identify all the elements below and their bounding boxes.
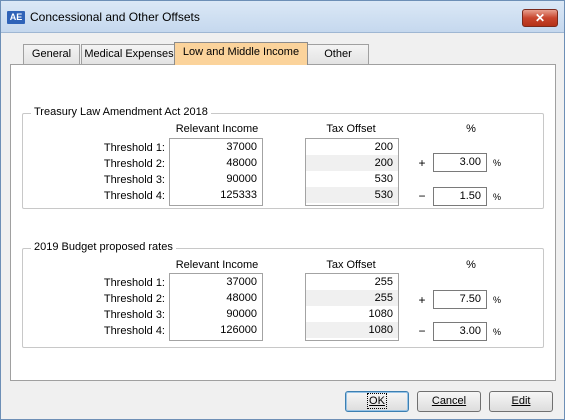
plus-sign: + [418,293,426,307]
col-header-tax-offset: Tax Offset [326,259,376,271]
plus-sign: + [418,156,426,170]
income-cell[interactable]: 90000 [170,171,262,187]
title-bar[interactable]: AE Concessional and Other Offsets ✕ [1,1,564,33]
cancel-button-label: Cancel [431,395,467,407]
offset-cell[interactable]: 530 [306,187,398,203]
offset-cell[interactable]: 200 [306,139,398,155]
income-cell[interactable]: 125333 [170,187,262,203]
dialog-window: AE Concessional and Other Offsets ✕ Gene… [0,0,565,420]
threshold-label: Threshold 3: [103,174,165,186]
group-title: Treasury Law Amendment Act 2018 [31,106,211,118]
income-cell[interactable]: 37000 [170,139,262,155]
minus-sign: − [418,324,426,338]
relevant-income-grid: 37000 48000 90000 126000 [169,273,263,341]
app-logo-icon: AE [7,11,25,24]
offset-cell[interactable]: 200 [306,155,398,171]
income-cell[interactable]: 48000 [170,290,262,306]
percent-symbol: % [493,327,502,337]
income-cell[interactable]: 48000 [170,155,262,171]
offset-cell[interactable]: 255 [306,290,398,306]
threshold-label: Threshold 3: [103,309,165,321]
increase-rate-input[interactable]: 7.50 [433,290,487,309]
tax-offset-grid: 200 200 530 530 [305,138,399,206]
decrease-rate-input[interactable]: 1.50 [433,187,487,206]
income-cell[interactable]: 126000 [170,322,262,338]
tab-low-and-middle-income[interactable]: Low and Middle Income [174,42,308,65]
col-header-relevant-income: Relevant Income [175,259,259,271]
threshold-label: Threshold 2: [103,158,165,170]
increase-rate-input[interactable]: 3.00 [433,153,487,172]
tab-other[interactable]: Other [307,44,369,64]
offset-cell[interactable]: 1080 [306,306,398,322]
edit-button[interactable]: Edit [489,391,553,412]
tab-panel: Treasury Law Amendment Act 2018 2019 Bud… [10,64,556,381]
cancel-button[interactable]: Cancel [417,391,481,412]
tab-medical-expenses[interactable]: Medical Expenses [81,44,177,64]
threshold-label: Threshold 1: [103,142,165,154]
group-title: 2019 Budget proposed rates [31,241,176,253]
edit-button-label: Edit [511,395,531,407]
ok-button-label: OK [367,393,387,409]
decrease-rate-input[interactable]: 3.00 [433,322,487,341]
percent-symbol: % [493,192,502,202]
threshold-label: Threshold 4: [103,190,165,202]
col-header-relevant-income: Relevant Income [175,123,259,135]
relevant-income-grid: 37000 48000 90000 125333 [169,138,263,206]
percent-symbol: % [493,295,502,305]
threshold-label: Threshold 2: [103,293,165,305]
offset-cell[interactable]: 1080 [306,322,398,338]
threshold-label: Threshold 4: [103,325,165,337]
col-header-tax-offset: Tax Offset [326,123,376,135]
income-cell[interactable]: 90000 [170,306,262,322]
minus-sign: − [418,189,426,203]
tax-offset-grid: 255 255 1080 1080 [305,273,399,341]
offset-cell[interactable]: 255 [306,274,398,290]
col-header-percent: % [466,123,476,135]
ok-button[interactable]: OK [345,391,409,412]
col-header-percent: % [466,259,476,271]
close-button[interactable]: ✕ [522,9,558,27]
percent-symbol: % [493,158,502,168]
threshold-label: Threshold 1: [103,277,165,289]
income-cell[interactable]: 37000 [170,274,262,290]
tab-general[interactable]: General [23,44,80,64]
offset-cell[interactable]: 530 [306,171,398,187]
window-title: Concessional and Other Offsets [30,10,200,24]
